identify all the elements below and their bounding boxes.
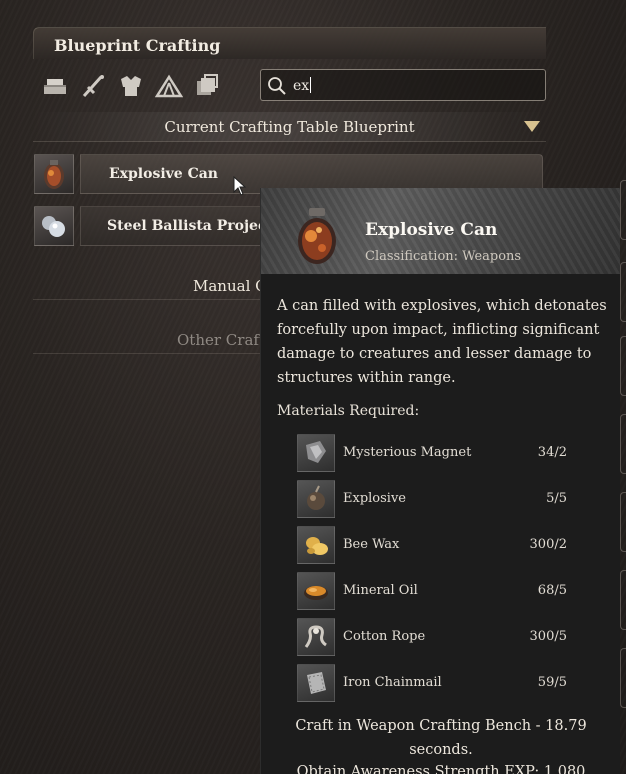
side-tab[interactable] — [620, 262, 626, 322]
material-row: Iron Chainmail 59/5 — [297, 664, 567, 702]
iron-chainmail-icon — [297, 664, 335, 702]
exp-reward-info: Obtain Awareness Strength EXP: 1,080 — [296, 764, 586, 774]
explosive-can-icon — [298, 208, 336, 264]
cotton-rope-icon — [297, 618, 335, 656]
craft-station-info: Craft in Weapon Crafting Bench - 18.79 s… — [295, 718, 587, 758]
search-value: ex — [293, 78, 310, 94]
panel-title: Blueprint Crafting — [54, 36, 221, 55]
material-name: Iron Chainmail — [343, 675, 442, 690]
material-name: Bee Wax — [343, 537, 400, 552]
material-row: Cotton Rope 300/5 — [297, 618, 567, 656]
panel-title-bar: Blueprint Crafting — [33, 27, 546, 59]
material-quantity: 34/2 — [537, 445, 567, 460]
armor-icon[interactable] — [116, 72, 146, 100]
material-quantity: 5/5 — [546, 491, 567, 506]
item-tooltip: Explosive Can Classification: Weapons A … — [260, 188, 620, 774]
material-quantity: 300/5 — [529, 629, 567, 644]
item-label: Explosive Can — [109, 166, 218, 182]
side-tab[interactable] — [620, 180, 626, 240]
material-row: Mineral Oil 68/5 — [297, 572, 567, 610]
section-title: Current Crafting Table Blueprint — [164, 118, 415, 136]
material-name: Cotton Rope — [343, 629, 426, 644]
text-caret — [310, 77, 312, 93]
search-input[interactable]: ex — [260, 69, 546, 101]
material-quantity: 59/5 — [537, 675, 567, 690]
explosive-can-icon — [34, 154, 74, 194]
material-row: Mysterious Magnet 34/2 — [297, 434, 567, 472]
side-tab[interactable] — [620, 492, 626, 552]
steel-ballista-projectile-icon — [34, 206, 74, 246]
weapons-icon[interactable] — [78, 72, 108, 100]
magnet-icon — [297, 434, 335, 472]
side-tab[interactable] — [620, 648, 626, 708]
current-table-dropdown[interactable]: Current Crafting Table Blueprint — [33, 112, 546, 142]
tooltip-description: A can filled with explosives, which deto… — [277, 298, 607, 386]
mineral-oil-icon — [297, 572, 335, 610]
tooltip-classification: Classification: Weapons — [365, 249, 522, 264]
materials-label: Materials Required: — [277, 403, 420, 419]
tooltip-item-name: Explosive Can — [365, 220, 498, 240]
mouse-cursor-icon — [233, 176, 247, 196]
side-tab[interactable] — [620, 570, 626, 630]
section-title: Other Craft — [177, 331, 265, 349]
material-name: Explosive — [343, 491, 406, 506]
material-name: Mineral Oil — [343, 583, 418, 598]
side-tab[interactable] — [620, 414, 626, 474]
material-row: Bee Wax 300/2 — [297, 526, 567, 564]
side-tab[interactable] — [620, 336, 626, 396]
material-name: Mysterious Magnet — [343, 445, 472, 460]
misc-items-icon[interactable] — [192, 72, 222, 100]
material-quantity: 300/2 — [529, 537, 567, 552]
section-title: Manual C — [193, 277, 267, 295]
bee-wax-icon — [297, 526, 335, 564]
materials-icon[interactable] — [40, 72, 70, 100]
material-row: Explosive 5/5 — [297, 480, 567, 518]
dropdown-arrow-icon[interactable] — [524, 121, 540, 132]
material-quantity: 68/5 — [537, 583, 567, 598]
explosive-icon — [297, 480, 335, 518]
search-icon — [268, 77, 286, 95]
category-filter-bar — [40, 72, 222, 100]
camp-tent-icon[interactable] — [154, 72, 184, 100]
